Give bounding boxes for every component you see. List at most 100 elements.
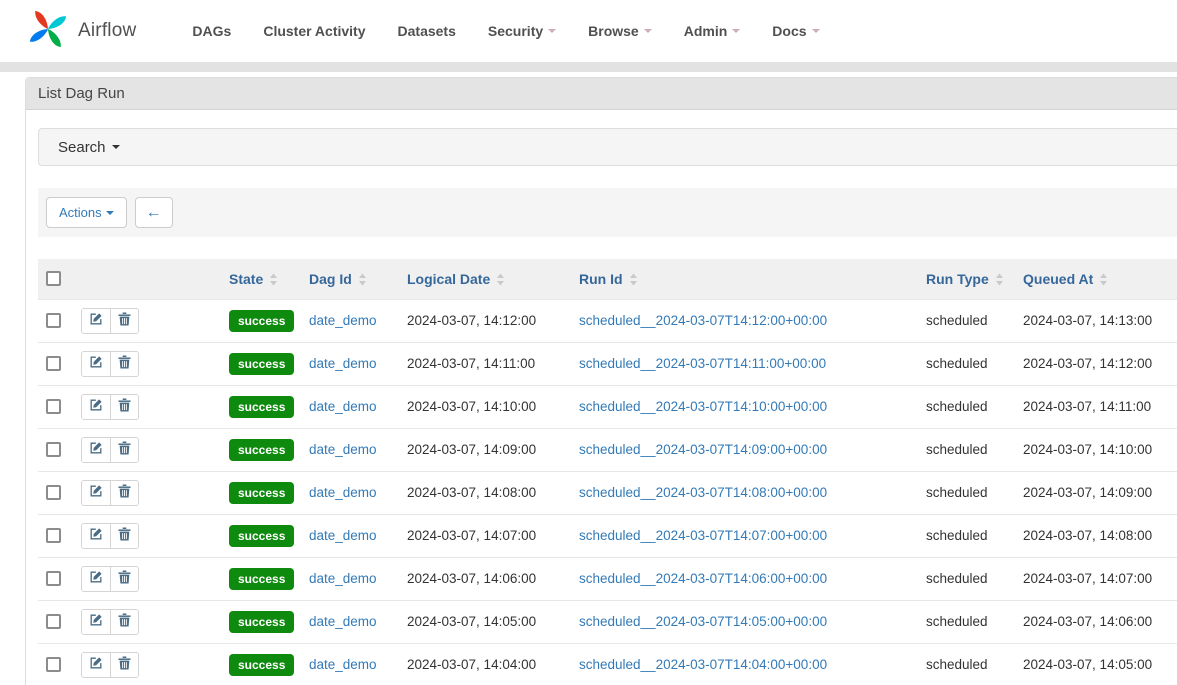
row-checkbox[interactable] [46, 614, 61, 629]
column-header-state[interactable]: State [221, 259, 301, 299]
trash-icon [118, 613, 131, 630]
status-badge: success [229, 439, 294, 461]
actions-dropdown-button[interactable]: Actions [46, 197, 127, 228]
nav-item-docs-label: Docs [772, 23, 806, 39]
dag-id-link[interactable]: date_demo [309, 528, 377, 543]
run-id-link[interactable]: scheduled__2024-03-07T14:04:00+00:00 [579, 657, 827, 672]
edit-record-button[interactable] [82, 610, 110, 634]
select-all-checkbox[interactable] [46, 271, 61, 286]
back-arrow-icon: ← [146, 204, 162, 222]
nav-item-browse[interactable]: Browse [572, 13, 668, 49]
nav-item-dags[interactable]: DAGs [176, 13, 247, 49]
search-accordion-toggle[interactable]: Search [38, 128, 1177, 166]
row-checkbox[interactable] [46, 399, 61, 414]
delete-record-button[interactable] [110, 438, 138, 462]
nav-item-docs[interactable]: Docs [756, 13, 835, 49]
edit-record-button[interactable] [82, 352, 110, 376]
airflow-brand[interactable]: Airflow [25, 6, 136, 57]
column-header-logical-date[interactable]: Logical Date [399, 259, 571, 299]
dag-id-link[interactable]: date_demo [309, 399, 377, 414]
delete-record-button[interactable] [110, 653, 138, 677]
delete-record-button[interactable] [110, 524, 138, 548]
dag-id-cell: date_demo [301, 643, 399, 685]
run-id-link[interactable]: scheduled__2024-03-07T14:11:00+00:00 [579, 356, 826, 371]
queued-at-cell: 2024-03-07, 14:09:00 [1015, 471, 1177, 514]
dag-id-link[interactable]: date_demo [309, 614, 377, 629]
column-label: Dag Id [309, 271, 352, 287]
dag-id-link[interactable]: date_demo [309, 442, 377, 457]
delete-record-button[interactable] [110, 309, 138, 333]
delete-record-button[interactable] [110, 352, 138, 376]
delete-record-button[interactable] [110, 481, 138, 505]
column-header-dag-id[interactable]: Dag Id [301, 259, 399, 299]
edit-record-button[interactable] [82, 438, 110, 462]
run-id-cell: scheduled__2024-03-07T14:06:00+00:00 [571, 557, 918, 600]
row-checkbox[interactable] [46, 485, 61, 500]
sort-icon [1099, 273, 1108, 286]
status-badge: success [229, 482, 294, 504]
run-id-cell: scheduled__2024-03-07T14:11:00+00:00 [571, 342, 918, 385]
edit-record-button[interactable] [82, 309, 110, 333]
dag-id-link[interactable]: date_demo [309, 313, 377, 328]
row-checkbox[interactable] [46, 528, 61, 543]
logical-date-cell: 2024-03-07, 14:04:00 [399, 643, 571, 685]
run-type-cell: scheduled [918, 428, 1015, 471]
status-badge: success [229, 525, 294, 547]
state-cell: success [221, 557, 301, 600]
status-badge: success [229, 611, 294, 633]
delete-record-button[interactable] [110, 610, 138, 634]
delete-record-button[interactable] [110, 395, 138, 419]
row-checkbox[interactable] [46, 657, 61, 672]
edit-record-button[interactable] [82, 481, 110, 505]
edit-record-button[interactable] [82, 567, 110, 591]
chevron-down-icon [644, 29, 652, 33]
nav-item-datasets[interactable]: Datasets [382, 13, 472, 49]
run-id-link[interactable]: scheduled__2024-03-07T14:12:00+00:00 [579, 313, 827, 328]
row-checkbox[interactable] [46, 313, 61, 328]
column-header-queued-at[interactable]: Queued At [1015, 259, 1177, 299]
dag-id-link[interactable]: date_demo [309, 485, 377, 500]
edit-record-button[interactable] [82, 524, 110, 548]
row-actions-cell [73, 643, 221, 685]
row-select-cell [38, 471, 73, 514]
nav-item-security[interactable]: Security [472, 13, 572, 49]
column-header-run-id[interactable]: Run Id [571, 259, 918, 299]
chevron-down-icon [732, 29, 740, 33]
edit-record-button[interactable] [82, 395, 110, 419]
nav-item-cluster-activity[interactable]: Cluster Activity [247, 13, 381, 49]
edit-pencil-icon [89, 441, 103, 458]
queued-at-cell: 2024-03-07, 14:07:00 [1015, 557, 1177, 600]
dag-id-link[interactable]: date_demo [309, 356, 377, 371]
row-select-cell [38, 557, 73, 600]
table-row: success date_demo 2024-03-07, 14:08:00 s… [38, 471, 1177, 514]
edit-record-button[interactable] [82, 653, 110, 677]
row-actions-cell [73, 514, 221, 557]
column-header-run-type[interactable]: Run Type [918, 259, 1015, 299]
back-button[interactable]: ← [135, 197, 173, 228]
row-select-cell [38, 514, 73, 557]
dag-id-link[interactable]: date_demo [309, 571, 377, 586]
sort-icon [269, 273, 278, 286]
run-id-link[interactable]: scheduled__2024-03-07T14:07:00+00:00 [579, 528, 827, 543]
edit-pencil-icon [89, 355, 103, 372]
row-select-cell [38, 385, 73, 428]
status-badge: success [229, 353, 294, 375]
page-title: List Dag Run [26, 78, 1177, 110]
nav-item-admin[interactable]: Admin [668, 13, 757, 49]
row-checkbox[interactable] [46, 442, 61, 457]
row-checkbox[interactable] [46, 356, 61, 371]
run-id-cell: scheduled__2024-03-07T14:09:00+00:00 [571, 428, 918, 471]
row-checkbox[interactable] [46, 571, 61, 586]
queued-at-cell: 2024-03-07, 14:10:00 [1015, 428, 1177, 471]
row-actions-cell [73, 385, 221, 428]
delete-record-button[interactable] [110, 567, 138, 591]
run-id-link[interactable]: scheduled__2024-03-07T14:10:00+00:00 [579, 399, 827, 414]
run-id-link[interactable]: scheduled__2024-03-07T14:06:00+00:00 [579, 571, 827, 586]
trash-icon [118, 484, 131, 501]
dag-id-cell: date_demo [301, 471, 399, 514]
run-id-link[interactable]: scheduled__2024-03-07T14:08:00+00:00 [579, 485, 827, 500]
logical-date-cell: 2024-03-07, 14:07:00 [399, 514, 571, 557]
dag-id-link[interactable]: date_demo [309, 657, 377, 672]
run-id-link[interactable]: scheduled__2024-03-07T14:09:00+00:00 [579, 442, 827, 457]
run-id-link[interactable]: scheduled__2024-03-07T14:05:00+00:00 [579, 614, 827, 629]
